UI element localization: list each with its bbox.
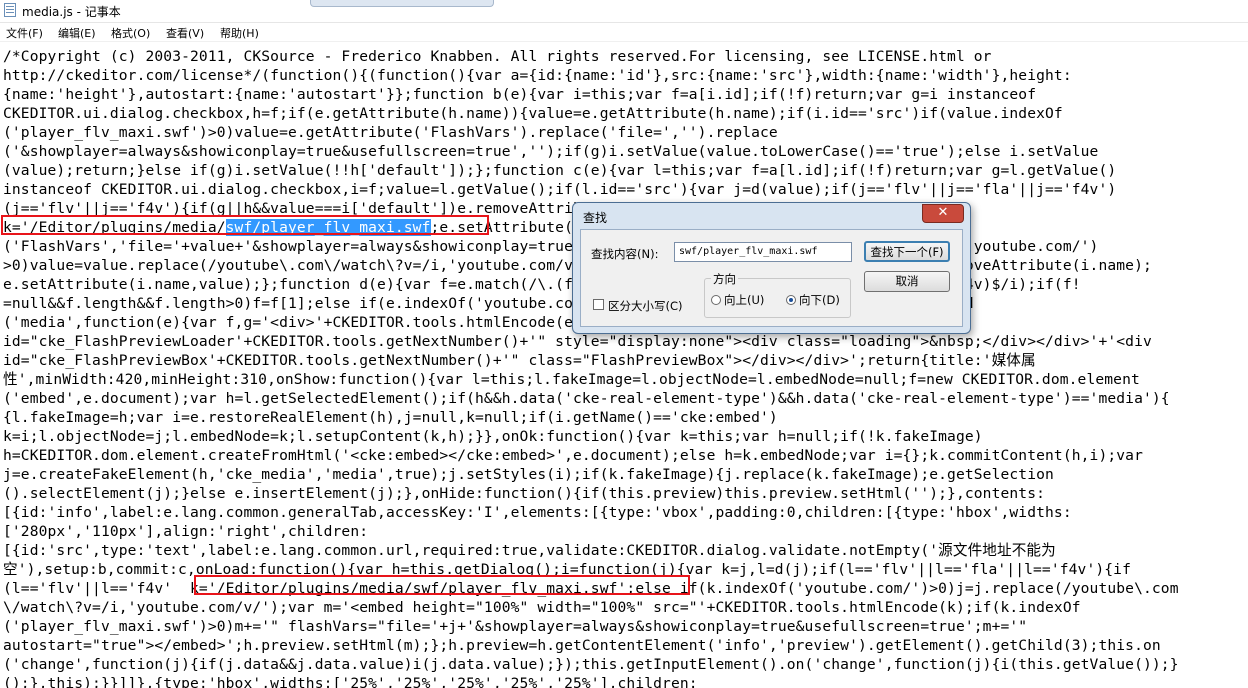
- code-line: CKEDITOR.ui.dialog.checkbox,h=f;if(e.get…: [3, 105, 1063, 122]
- close-button[interactable]: ✕: [922, 204, 964, 223]
- down-label[interactable]: 向下(D): [799, 292, 840, 308]
- dialog-body: 查找内容(N): swf/player_flv_maxi.swf 查找下一个(F…: [580, 229, 963, 327]
- match-case-label[interactable]: 区分大小写(C): [608, 298, 683, 314]
- cancel-button[interactable]: 取消: [864, 271, 950, 292]
- find-dialog: 查找 ✕ 查找内容(N): swf/player_flv_maxi.swf 查找…: [572, 202, 971, 334]
- code-line: ('&showplayer=always&showiconplay=true&u…: [3, 143, 1099, 160]
- code-line: [{id:'info',label:e.lang.common.generalT…: [3, 504, 1072, 521]
- code-line: h=CKEDITOR.dom.element.createFromHtml('<…: [3, 447, 1143, 464]
- code-line: ('change',function(j){if(j.data&&j.data.…: [3, 656, 1179, 673]
- direction-label: 方向: [711, 271, 738, 287]
- code-line: autostart="true"></embed>';h.preview.set…: [3, 637, 1161, 654]
- menu-file[interactable]: 文件(F): [6, 25, 43, 41]
- menu-help[interactable]: 帮助(H): [220, 25, 259, 41]
- notepad-icon: [4, 3, 16, 17]
- down-radio[interactable]: [786, 295, 796, 305]
- code-line: id="cke_FlashPreviewBox'+CKEDITOR.tools.…: [3, 352, 1036, 369]
- menu-view[interactable]: 查看(V): [166, 25, 204, 41]
- code-line: {name:'height'},autostart:{name:'autosta…: [3, 86, 1037, 103]
- find-what-label: 查找内容(N):: [591, 247, 659, 261]
- close-icon: ✕: [937, 205, 949, 220]
- code-line: k=i;l.objectNode=j;l.embedNode=k;l.setup…: [3, 428, 983, 445]
- code-line: ('player_flv_maxi.swf')>0)m+='" flashVar…: [3, 618, 1028, 635]
- code-line: \/watch\?v=/i,'youtube.com/v/');var m='<…: [3, 599, 1081, 616]
- code-line: /*Copyright (c) 2003-2011, CKSource - Fr…: [3, 48, 992, 65]
- annotation-red-box: [194, 575, 690, 595]
- menu-format[interactable]: 格式(O): [111, 25, 150, 41]
- window-title: media.js - 记事本: [22, 5, 121, 19]
- code-line: ['280px','110px'],align:'right',children…: [3, 523, 369, 540]
- code-line: ('embed',e.document);var h=l.getSelected…: [3, 390, 1170, 407]
- menu-edit[interactable]: 编辑(E): [58, 25, 96, 41]
- code-line: j=e.createFakeElement(h,'cke_media','med…: [3, 466, 1054, 483]
- title-bar: media.js - 记事本: [0, 0, 1248, 23]
- find-what-input[interactable]: swf/player_flv_maxi.swf: [674, 242, 852, 262]
- dialog-title: 查找: [583, 211, 608, 225]
- annotation-red-box: [1, 215, 489, 235]
- window-controls[interactable]: [310, 0, 494, 7]
- code-line: http://ckeditor.com/license*/(function()…: [3, 67, 1072, 84]
- code-line: [{id:'src',type:'text',label:e.lang.comm…: [3, 542, 1056, 559]
- code-line: ();},this);}}]]},{type:'hbox',widths:['2…: [3, 675, 698, 688]
- up-label[interactable]: 向上(U): [724, 292, 764, 308]
- code-line: id="cke_FlashPreviewLoader'+CKEDITOR.too…: [3, 333, 1152, 350]
- code-line: {l.fakeImage=h;var i=e.restoreRealElemen…: [3, 409, 778, 426]
- up-radio[interactable]: [711, 295, 721, 305]
- code-line: 性',minWidth:420,minHeight:310,onShow:fun…: [3, 371, 1140, 388]
- menu-bar: 文件(F) 编辑(E) 格式(O) 查看(V) 帮助(H): [0, 23, 1248, 42]
- code-line: instanceof CKEDITOR.ui.dialog.checkbox,i…: [3, 181, 1117, 198]
- code-line: (value);return;}else if(g)i.setValue(!!h…: [3, 162, 1117, 179]
- code-line: ('player_flv_maxi.swf')>0)value=e.getAtt…: [3, 124, 778, 141]
- code-line: ().selectElement(j);}else e.insertElemen…: [3, 485, 1046, 502]
- find-next-button[interactable]: 查找下一个(F): [864, 241, 950, 262]
- match-case-checkbox[interactable]: [593, 299, 604, 310]
